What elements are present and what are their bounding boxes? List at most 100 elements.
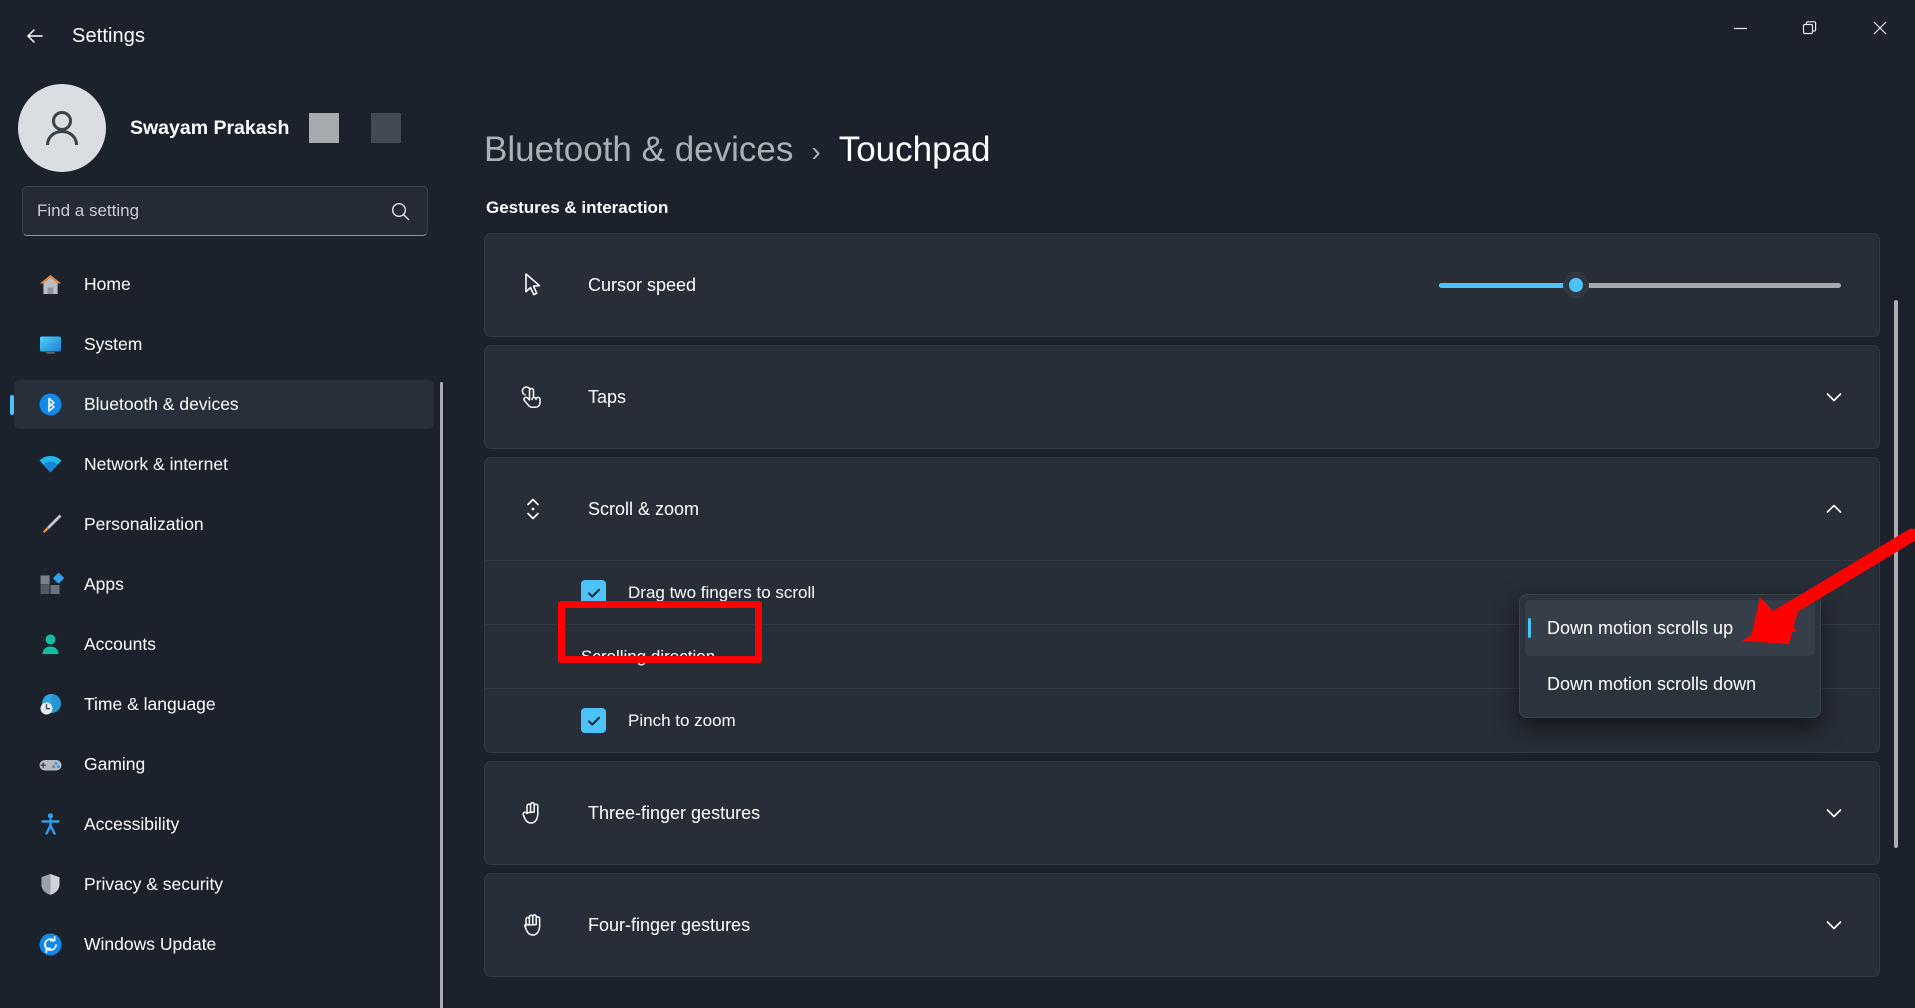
sidebar-item-time-language[interactable]: Time & language (14, 680, 434, 729)
cursor-speed-slider[interactable] (1439, 269, 1841, 301)
sidebar-item-network-internet[interactable]: Network & internet (14, 440, 434, 489)
drag-two-fingers-label: Drag two fingers to scroll (628, 582, 816, 602)
profile-badge-light (309, 113, 340, 143)
window-title: Settings (72, 24, 146, 47)
chevron-up-icon[interactable] (1823, 498, 1853, 520)
accounts-icon (34, 629, 66, 661)
sidebar-nav: Home System Bluetooth & devices Network … (0, 260, 450, 1008)
sidebar-item-gaming[interactable]: Gaming (14, 740, 434, 789)
sidebar-item-label: Bluetooth & devices (84, 394, 239, 414)
sidebar-item-apps[interactable]: Apps (14, 560, 434, 609)
search-input[interactable] (23, 201, 390, 221)
sidebar-item-label: Gaming (84, 754, 146, 774)
title-bar: Settings (0, 0, 1915, 72)
check-icon (587, 588, 600, 598)
apps-icon (34, 569, 66, 601)
home-icon (34, 269, 66, 301)
sidebar-item-personalization[interactable]: Personalization (14, 500, 434, 549)
dropdown-option-down-motion-scrolls-down[interactable]: Down motion scrolls down (1525, 656, 1815, 712)
paintbrush-icon (34, 509, 66, 541)
sidebar-item-home[interactable]: Home (14, 260, 434, 309)
sidebar-item-label: Network & internet (84, 454, 228, 474)
chevron-down-icon[interactable] (1823, 802, 1853, 824)
three-finger-label: Three-finger gestures (588, 802, 761, 823)
settings-window: Settings Swayam Prakash Find a setting H… (0, 0, 1915, 1008)
sidebar-item-label: Privacy & security (84, 874, 224, 894)
window-controls (1705, 0, 1915, 56)
breadcrumb-separator-icon: › (811, 136, 821, 167)
dropdown-option-label: Down motion scrolls up (1547, 617, 1734, 638)
search-box[interactable] (22, 186, 428, 236)
card-three-finger-gestures: Three-finger gestures (484, 761, 1880, 865)
sidebar-item-label: Accessibility (84, 814, 180, 834)
gamepad-icon (34, 749, 66, 781)
sidebar-item-accessibility[interactable]: Accessibility (14, 800, 434, 849)
card-taps: Taps (484, 345, 1880, 449)
avatar (18, 84, 106, 172)
scroll-zoom-label: Scroll & zoom (588, 498, 700, 519)
sidebar-item-label: Home (84, 274, 131, 294)
sidebar-item-label: Windows Update (84, 934, 217, 954)
four-finger-hand-icon (513, 910, 553, 940)
minimize-button[interactable] (1705, 0, 1775, 56)
person-icon (46, 111, 78, 146)
restore-icon (1802, 21, 1817, 35)
drag-two-fingers-checkbox[interactable] (581, 580, 606, 605)
update-icon (34, 929, 66, 961)
accessibility-icon (34, 809, 66, 841)
scrolling-direction-label: Scrolling direction (581, 646, 716, 666)
main-scrollbar[interactable] (1894, 300, 1898, 848)
maximize-button[interactable] (1775, 0, 1845, 56)
system-icon (34, 329, 66, 361)
pinch-to-zoom-checkbox[interactable] (581, 708, 606, 733)
check-icon (587, 716, 600, 726)
close-button[interactable] (1845, 0, 1915, 56)
sidebar-item-bluetooth-devices[interactable]: Bluetooth & devices (14, 380, 434, 429)
dropdown-option-label: Down motion scrolls down (1547, 673, 1757, 694)
sidebar-item-label: Accounts (84, 634, 156, 654)
taps-label: Taps (588, 386, 627, 407)
sidebar: Swayam Prakash Find a setting Home Syste… (0, 72, 450, 1008)
chevron-down-icon[interactable] (1823, 386, 1853, 408)
minimize-icon (1733, 27, 1747, 29)
section-title: Gestures & interaction (486, 198, 669, 217)
card-cursor-speed: Cursor speed (484, 233, 1880, 337)
sidebar-scrollbar[interactable] (440, 382, 443, 1008)
scroll-zoom-row[interactable]: Scroll & zoom (485, 458, 1879, 560)
scrolling-direction-dropdown: Down motion scrolls up Down motion scrol… (1519, 594, 1821, 718)
sidebar-item-label: Personalization (84, 514, 204, 534)
pinch-to-zoom-label: Pinch to zoom (628, 710, 736, 730)
profile-badge-dark (371, 113, 402, 143)
profile-name: Swayam Prakash (130, 116, 290, 139)
taps-row[interactable]: Taps (485, 346, 1879, 448)
search-icon (390, 201, 427, 222)
three-finger-row[interactable]: Three-finger gestures (485, 762, 1879, 864)
scroll-updown-icon (513, 494, 553, 524)
cursor-speed-label: Cursor speed (588, 274, 697, 295)
slider-thumb[interactable] (1562, 272, 1589, 298)
sidebar-item-system[interactable]: System (14, 320, 434, 369)
chevron-down-icon[interactable] (1823, 914, 1853, 936)
shield-icon (34, 869, 66, 901)
four-finger-row[interactable]: Four-finger gestures (485, 874, 1879, 976)
sidebar-item-windows-update[interactable]: Windows Update (14, 920, 434, 969)
slider-fill (1439, 282, 1576, 288)
close-icon (1873, 21, 1887, 35)
back-button[interactable] (12, 13, 58, 59)
bluetooth-icon (34, 389, 66, 421)
breadcrumb-current: Touchpad (838, 130, 991, 169)
sidebar-item-accounts[interactable]: Accounts (14, 620, 434, 669)
breadcrumb-parent[interactable]: Bluetooth & devices (484, 130, 793, 170)
three-finger-hand-icon (513, 798, 553, 828)
breadcrumb: Bluetooth & devices › Touchpad (450, 72, 1915, 170)
search-area (0, 186, 450, 236)
card-four-finger-gestures: Four-finger gestures (484, 873, 1880, 977)
main-content: Bluetooth & devices › Touchpad Gestures … (450, 72, 1915, 1008)
sidebar-item-label: Apps (84, 574, 124, 594)
wifi-icon (34, 449, 66, 481)
profile-text: Swayam Prakash (130, 113, 402, 143)
dropdown-option-down-motion-scrolls-up[interactable]: Down motion scrolls up (1525, 600, 1815, 656)
tap-hand-icon (513, 382, 553, 412)
sidebar-item-privacy-security[interactable]: Privacy & security (14, 860, 434, 909)
user-profile[interactable]: Swayam Prakash (0, 78, 450, 186)
